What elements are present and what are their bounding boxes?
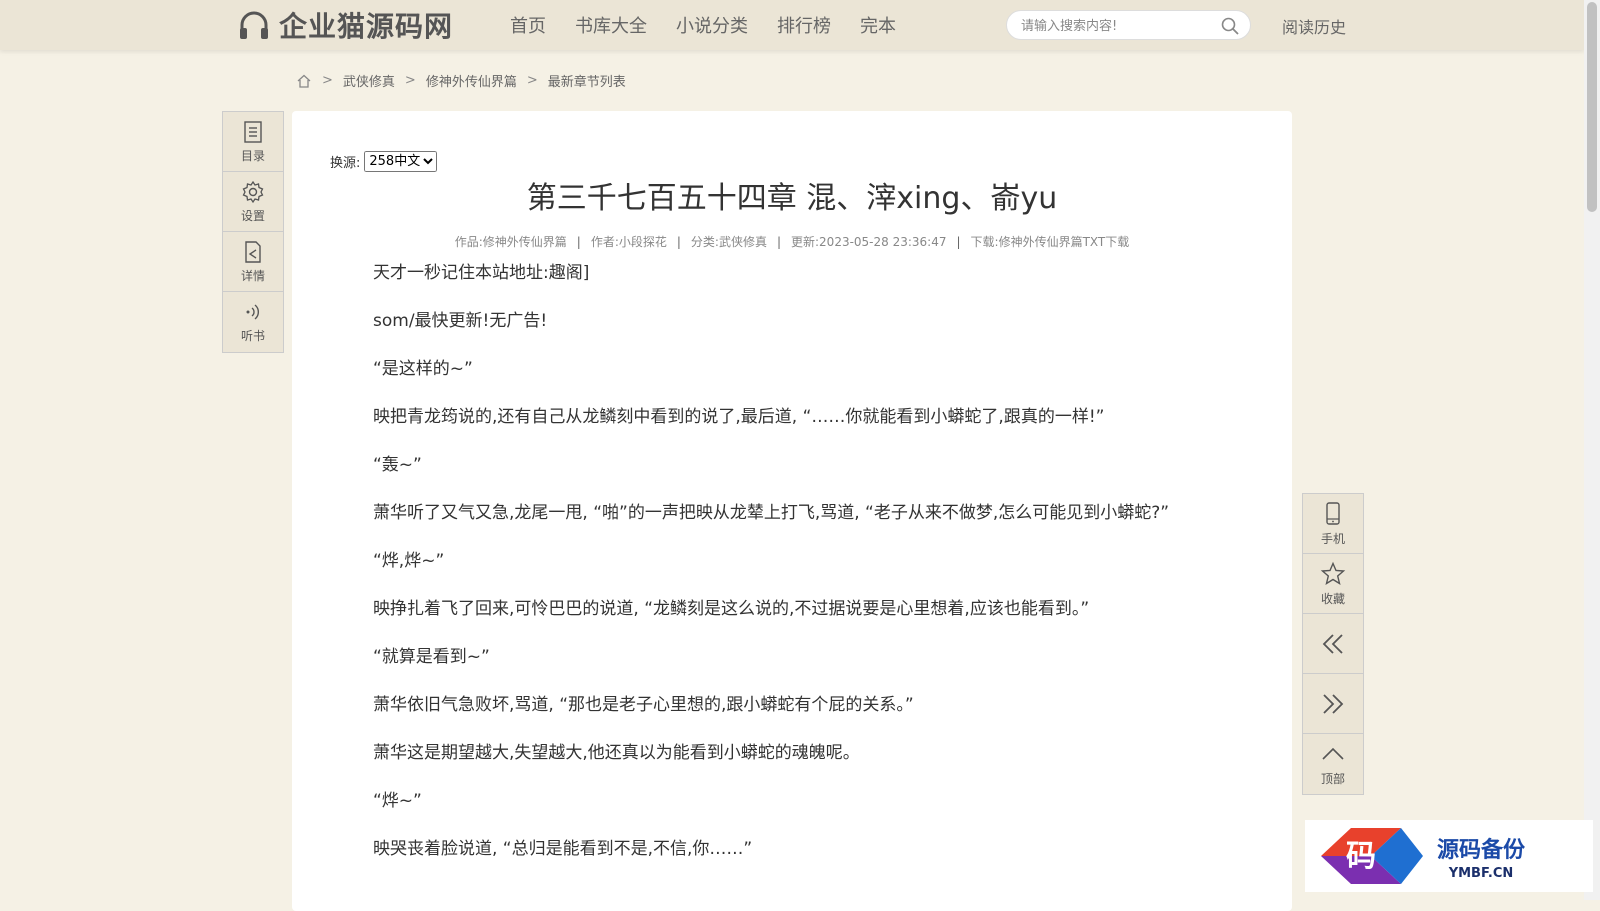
paragraph: som/最快更新!无广告!: [373, 311, 548, 331]
back-to-top-button[interactable]: 顶部: [1303, 734, 1363, 794]
meta-divider: |: [676, 235, 681, 249]
page-scrollbar[interactable]: [1584, 0, 1600, 900]
nav-completed[interactable]: 完本: [860, 12, 896, 38]
meta-book[interactable]: 作品:修神外传仙界篇: [455, 235, 567, 249]
gear-icon: [242, 180, 264, 203]
meta-updated: 更新:2023-05-28 23:36:47: [791, 235, 947, 249]
paragraph: 天才一秒记住本站地址:趣阁]: [373, 263, 590, 283]
right-toolbar: 手机 收藏 顶部: [1302, 493, 1364, 795]
paragraph: “就算是看到~”: [373, 647, 490, 667]
paragraph: 映哭丧着脸说道, “总归是能看到不是,不信,你……”: [373, 839, 753, 859]
meta-divider: |: [956, 235, 961, 249]
paragraph-spacer: [337, 285, 1237, 309]
paragraph: 映挣扎着飞了回来,可怜巴巴的说道, “龙鳞刻是这么说的,不过据说要是心里想着,应…: [373, 599, 1090, 619]
breadcrumb-chapter-list[interactable]: 最新章节列表: [548, 71, 626, 90]
mobile-button[interactable]: 手机: [1303, 494, 1363, 554]
paragraph-spacer: [337, 765, 1237, 789]
nav-ranking[interactable]: 排行榜: [777, 12, 831, 38]
headphones-icon: [240, 11, 268, 39]
paragraph: 萧华听了又气又急,龙尾一甩, “啪”的一声把映从龙辇上打飞,骂道, “老子从来不…: [373, 503, 1170, 523]
source-label: 换源:: [330, 156, 361, 171]
paragraph-spacer: [337, 429, 1237, 453]
chapter-title: 第三千七百五十四章 混、滓xing、嵛yu: [526, 181, 1058, 216]
chevron-up-icon: [1322, 747, 1344, 760]
detail-icon: [245, 240, 261, 263]
chapter-meta: 作品:修神外传仙界篇 | 作者:小段探花 | 分类:武侠修真 | 更新:2023-05-28…: [292, 233, 1292, 250]
breadcrumb-separator: >: [404, 73, 416, 88]
chapter-content: 换源: 258中文 第三千七百五十四章 混、滓xing、嵛yu 作品:修神外传仙…: [292, 111, 1292, 911]
site-logo[interactable]: 企业猫源码网: [237, 6, 453, 44]
breadcrumb-category[interactable]: 武侠修真: [343, 71, 395, 90]
toc-label: 目录: [240, 148, 265, 163]
paragraph-spacer: [337, 525, 1237, 549]
search-icon[interactable]: [1220, 16, 1240, 36]
paragraph-spacer: [337, 669, 1237, 693]
reading-history-link[interactable]: 阅读历史: [1282, 14, 1346, 38]
search-box: [1006, 10, 1251, 41]
watermark-logo-char: 码: [1346, 839, 1376, 874]
settings-button[interactable]: 设置: [223, 172, 283, 232]
left-toolbar: 目录 设置 详情 听书: [222, 111, 284, 353]
watermark-en: YMBF.CN: [1448, 865, 1514, 881]
paragraph-spacer: [337, 477, 1237, 501]
paragraph: “烨,烨~”: [373, 551, 445, 571]
paragraph-spacer: [337, 333, 1237, 357]
paragraph-spacer: [337, 621, 1237, 645]
list-icon: [244, 120, 262, 143]
paragraph: 萧华这是期望越大,失望越大,他还真以为能看到小蟒蛇的魂魄呢。: [373, 743, 860, 763]
mobile-label: 手机: [1320, 531, 1345, 546]
audio-icon: [246, 304, 259, 320]
watermark-cn: 源码备份: [1437, 836, 1526, 863]
watermark-logo: 码: [1321, 828, 1423, 884]
breadcrumb-book[interactable]: 修神外传仙界篇: [426, 71, 517, 90]
paragraph: “烨~”: [373, 791, 422, 811]
breadcrumb-separator: >: [322, 73, 333, 88]
audiobook-label: 听书: [240, 329, 265, 343]
nav-library[interactable]: 书库大全: [575, 12, 647, 38]
main-nav: 首页 书库大全 小说分类 排行榜 完本: [510, 0, 925, 50]
meta-divider: |: [576, 235, 581, 249]
double-chevron-right-icon: [1323, 693, 1344, 714]
nav-categories[interactable]: 小说分类: [676, 12, 748, 38]
logo-text: 企业猫源码网: [279, 10, 454, 43]
bookmark-label: 收藏: [1320, 591, 1345, 606]
detail-button[interactable]: 详情: [223, 232, 283, 292]
paragraph-spacer: [337, 381, 1237, 405]
bookmark-button[interactable]: 收藏: [1303, 554, 1363, 614]
top-header: 企业猫源码网 首页 书库大全 小说分类 排行榜 完本 阅读历史: [0, 0, 1584, 50]
next-chapter-button[interactable]: [1303, 674, 1363, 734]
source-switcher: 换源: 258中文: [330, 151, 438, 172]
double-chevron-left-icon: [1322, 633, 1343, 654]
nav-home[interactable]: 首页: [510, 12, 546, 38]
paragraph-spacer: [337, 813, 1237, 837]
star-icon: [1320, 561, 1346, 585]
audiobook-button[interactable]: 听书: [223, 292, 283, 352]
paragraph-spacer: [337, 573, 1237, 597]
meta-category[interactable]: 分类:武侠修真: [691, 235, 767, 249]
source-select[interactable]: 258中文: [364, 151, 438, 172]
paragraph: “轰~”: [373, 455, 422, 475]
prev-chapter-button[interactable]: [1303, 614, 1363, 674]
paragraph: 萧华依旧气急败坏,骂道, “那也是老子心里想的,跟小蟒蛇有个屁的关系。”: [373, 695, 914, 715]
paragraph-spacer: [337, 717, 1237, 741]
breadcrumb: > 武侠修真 > 修神外传仙界篇 > 最新章节列表: [296, 71, 626, 90]
back-to-top-label: 顶部: [1320, 772, 1345, 786]
breadcrumb-separator: >: [526, 73, 538, 88]
meta-download[interactable]: 下载:修神外传仙界篇TXT下载: [971, 235, 1130, 249]
detail-label: 详情: [240, 268, 265, 283]
settings-label: 设置: [240, 208, 265, 223]
paragraph: 映把青龙筠说的,还有自己从龙鳞刻中看到的说了,最后道, “……你就能看到小蟒蛇了…: [373, 407, 1105, 427]
meta-divider: |: [776, 235, 781, 249]
paragraph: “是这样的~”: [373, 359, 473, 379]
meta-author[interactable]: 作者:小段探花: [591, 235, 667, 249]
toc-button[interactable]: 目录: [223, 112, 283, 172]
search-input[interactable]: [1007, 11, 1213, 41]
watermark-text: 源码备份 YMBF.CN: [1437, 832, 1525, 881]
chapter-body: 天才一秒记住本站地址:趣阁] som/最快更新!无广告! “是这样的~” 映把青…: [337, 261, 1237, 861]
phone-icon: [1326, 501, 1340, 525]
scrollbar-thumb[interactable]: [1587, 2, 1597, 212]
watermark: 码 源码备份 YMBF.CN: [1305, 820, 1593, 892]
home-icon[interactable]: [296, 73, 312, 89]
